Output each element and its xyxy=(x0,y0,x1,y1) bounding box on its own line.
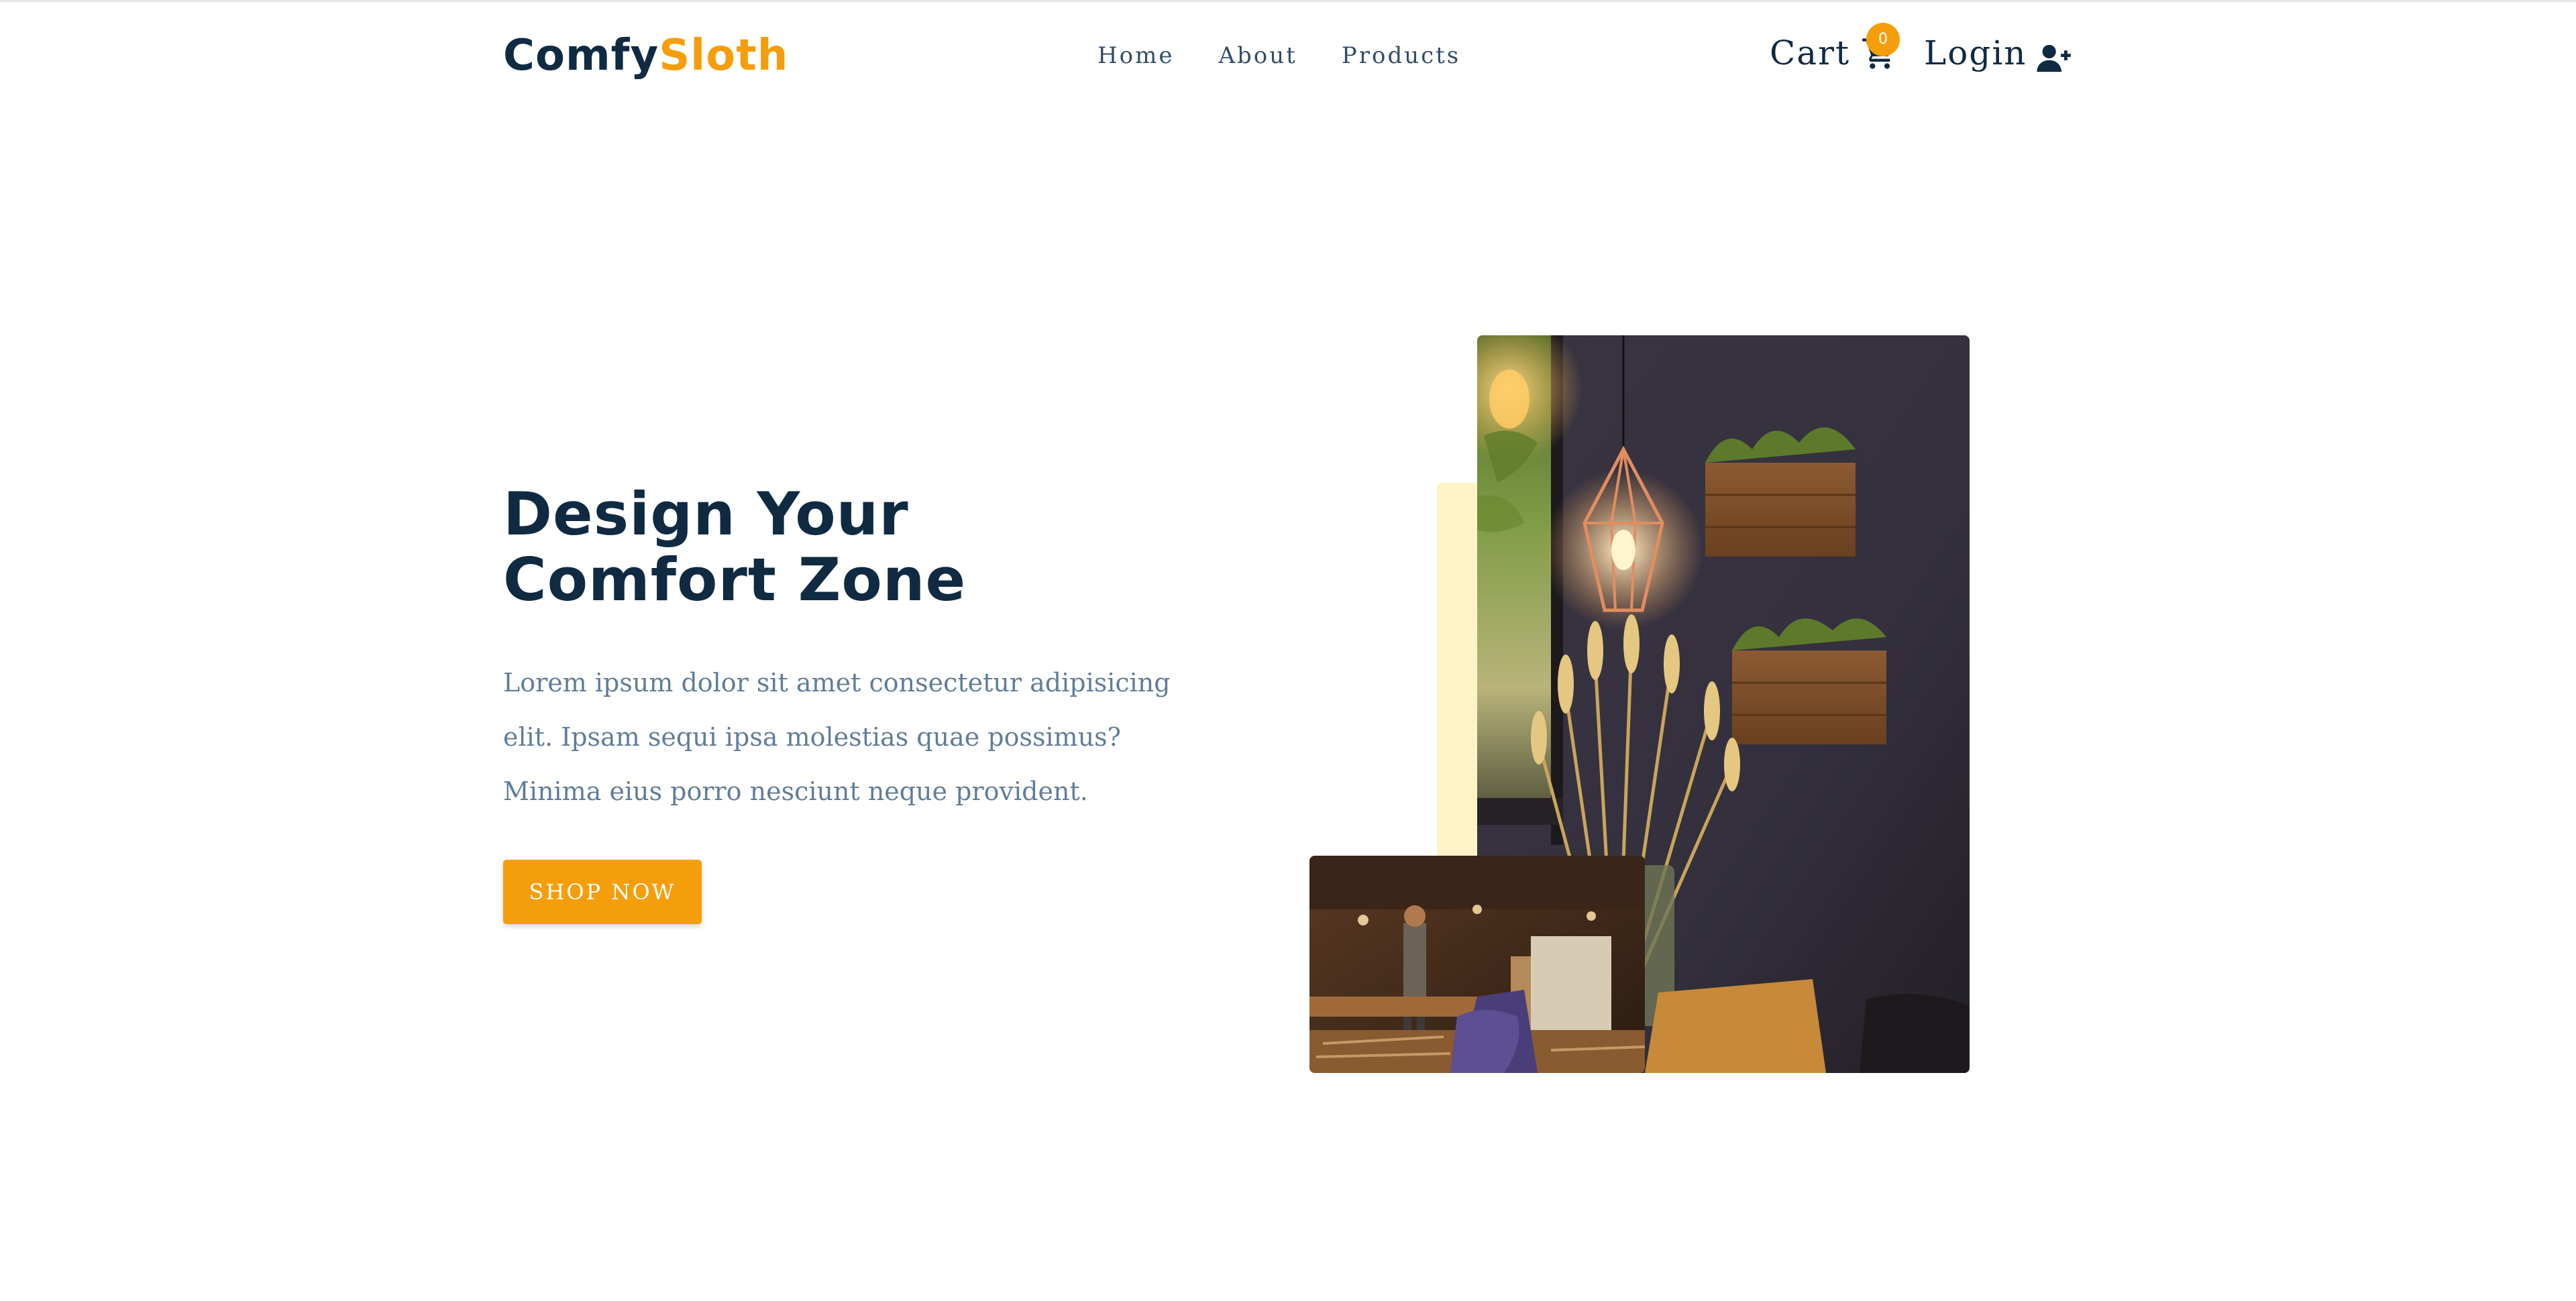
hero-accent-image xyxy=(1309,856,1645,1073)
shop-now-button[interactable]: SHOP NOW xyxy=(503,860,702,924)
logo[interactable]: ComfySloth xyxy=(503,32,788,79)
login-button[interactable]: Login xyxy=(1924,30,2072,76)
logo-accent: Sloth xyxy=(659,31,789,80)
login-label: Login xyxy=(1924,34,2027,72)
hero-description: Lorem ipsum dolor sit amet consectetur a… xyxy=(503,668,1171,806)
cart-label: Cart xyxy=(1770,34,1851,72)
hero-title: Design Your Comfort Zone xyxy=(503,482,966,613)
nav-link-home[interactable]: Home xyxy=(1097,39,1174,72)
cart-count-badge: 0 xyxy=(1866,23,1900,56)
logo-primary: Comfy xyxy=(503,31,659,80)
hero-title-line1: Design Your xyxy=(503,479,909,549)
top-border xyxy=(0,0,2576,2)
decorative-accent-bar xyxy=(1437,483,1481,872)
nav-link-about[interactable]: About xyxy=(1218,39,1297,72)
nav-link-products[interactable]: Products xyxy=(1342,39,1460,72)
main-nav: Home About Products xyxy=(1097,39,1460,72)
hero-title-line2: Comfort Zone xyxy=(503,545,967,614)
user-plus-icon xyxy=(2036,38,2072,72)
